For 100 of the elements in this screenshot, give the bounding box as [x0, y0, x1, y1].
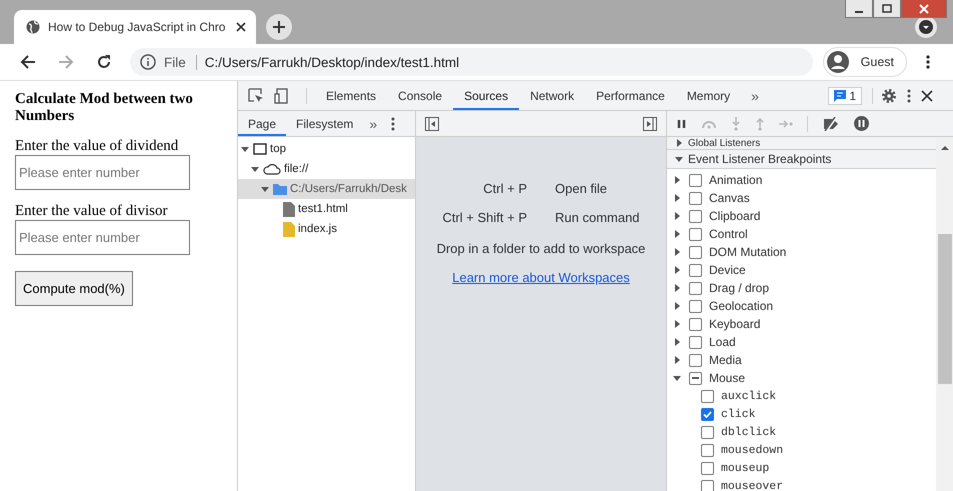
devtools-tab[interactable]: Console	[387, 81, 454, 110]
expanded-arrow-icon[interactable]	[241, 145, 250, 153]
tree-item[interactable]: index.js	[238, 219, 415, 239]
collapsed-arrow-icon[interactable]	[673, 176, 682, 184]
category-label: Keyboard	[709, 317, 760, 331]
devtools-tab[interactable]: Performance	[585, 81, 676, 110]
collapsed-arrow-icon[interactable]	[673, 302, 682, 310]
category-label: Geolocation	[709, 299, 774, 313]
checkbox[interactable]	[689, 354, 702, 366]
tree-item-label: top	[270, 143, 286, 155]
tree-item-label: file://	[284, 163, 308, 175]
close-icon[interactable]	[921, 90, 933, 102]
tree-item[interactable]: file://	[238, 159, 415, 179]
section-header[interactable]: Event Listener Breakpoints	[667, 150, 936, 169]
collapsed-arrow-icon[interactable]	[673, 212, 682, 220]
pause-icon[interactable]	[677, 118, 687, 128]
navigator-tab[interactable]: Page	[238, 111, 286, 136]
number-input[interactable]: Please enter number	[15, 155, 190, 190]
collapsed-arrow-icon[interactable]	[673, 248, 682, 256]
more-tabs-button[interactable]: »	[741, 88, 769, 104]
kebab-menu-icon[interactable]	[391, 116, 396, 130]
toggle-sidebar-icon[interactable]	[425, 116, 439, 130]
tree-item-label: index.js	[298, 223, 337, 235]
checkbox[interactable]	[689, 318, 702, 330]
deactivate-breakpoints-icon[interactable]	[822, 116, 840, 130]
devtools-tab[interactable]: Network	[519, 81, 586, 110]
checkbox[interactable]	[701, 390, 714, 402]
maximize-icon	[882, 4, 892, 14]
expanded-arrow-icon[interactable]	[261, 185, 270, 193]
shortcut-keys: Ctrl + Shift + P	[442, 210, 527, 225]
checkbox[interactable]	[689, 192, 702, 204]
toggle-sidebar-icon[interactable]	[643, 116, 657, 130]
back-icon[interactable]	[20, 54, 36, 70]
message-icon	[834, 90, 846, 102]
tree-item[interactable]: C:/Users/Farrukh/Desk	[238, 179, 415, 199]
compute-button[interactable]: Compute mod(%)	[15, 271, 133, 306]
checkbox[interactable]	[701, 462, 714, 474]
minimize-button[interactable]	[845, 0, 873, 18]
category-label: Drag / drop	[709, 281, 770, 295]
inspect-icon[interactable]	[248, 88, 264, 104]
address-scheme: File	[164, 54, 197, 70]
collapsed-arrow-icon[interactable]	[673, 230, 682, 238]
collapsed-arrow-icon[interactable]	[673, 320, 682, 328]
checkbox[interactable]	[689, 372, 702, 384]
workspaces-link[interactable]: Learn more about Workspaces	[452, 270, 630, 285]
window-close-button[interactable]	[901, 0, 947, 18]
expanded-arrow-icon[interactable]	[673, 374, 682, 382]
checkbox[interactable]	[701, 408, 714, 420]
checkbox[interactable]	[689, 210, 702, 222]
issues-button[interactable]: 1	[828, 86, 862, 104]
collapsed-arrow-icon[interactable]	[673, 356, 682, 364]
info-icon	[140, 54, 156, 70]
close-icon[interactable]	[236, 22, 246, 32]
more-tabs-button[interactable]: »	[363, 116, 392, 132]
device-icon[interactable]	[274, 88, 288, 104]
collapsed-arrow-icon[interactable]	[673, 284, 682, 292]
category-label: Device	[709, 263, 746, 277]
profile-button[interactable]: Guest	[822, 47, 907, 77]
category-label: Clipboard	[709, 209, 760, 223]
collapsed-arrow-icon	[675, 139, 683, 147]
devtools-tab[interactable]: Elements	[315, 81, 388, 110]
category-label: Control	[709, 227, 748, 241]
category-label: Mouse	[709, 371, 746, 385]
reload-icon[interactable]	[96, 54, 112, 70]
pause-on-exceptions-icon[interactable]	[854, 116, 869, 131]
checkbox[interactable]	[701, 480, 714, 491]
kebab-menu-icon[interactable]	[907, 88, 911, 102]
navigator-tab[interactable]: Filesystem	[286, 111, 364, 136]
event-label: click	[721, 408, 756, 420]
globe-icon	[26, 20, 40, 34]
checkbox[interactable]	[701, 426, 714, 438]
checkbox[interactable]	[689, 174, 702, 186]
checkbox[interactable]	[701, 444, 714, 456]
frame-icon	[253, 143, 267, 155]
settings-icon[interactable]	[881, 88, 897, 104]
devtools-tab[interactable]: Memory	[676, 81, 742, 110]
new-tab-icon[interactable]	[266, 14, 292, 40]
address-bar[interactable]: File C:/Users/Farrukh/Desktop/index/test1.html	[130, 48, 813, 76]
avatar-icon	[826, 51, 849, 73]
collapsed-arrow-icon[interactable]	[673, 194, 682, 202]
menu-icon[interactable]	[925, 54, 931, 70]
checkbox[interactable]	[689, 264, 702, 276]
scroll-up-icon[interactable]	[940, 145, 948, 150]
tree-item[interactable]: test1.html	[238, 199, 415, 219]
checkbox[interactable]	[689, 336, 702, 348]
section-header[interactable]: Global Listeners	[667, 137, 936, 150]
checkbox[interactable]	[689, 228, 702, 240]
checkbox[interactable]	[689, 282, 702, 294]
browser-tab[interactable]: How to Debug JavaScript in Chro	[14, 10, 256, 44]
collapsed-arrow-icon[interactable]	[673, 266, 682, 274]
field-label: Enter the value of dividend	[15, 137, 180, 155]
expanded-arrow-icon[interactable]	[251, 165, 260, 173]
collapsed-arrow-icon[interactable]	[673, 338, 682, 346]
checkbox[interactable]	[689, 246, 702, 258]
checkbox[interactable]	[689, 300, 702, 312]
tree-item[interactable]: top	[238, 139, 415, 159]
page-heading: Calculate Mod between two Numbers	[15, 91, 194, 125]
number-input[interactable]: Please enter number	[15, 220, 190, 255]
cloud-icon	[263, 163, 281, 175]
maximize-button[interactable]	[873, 0, 901, 18]
